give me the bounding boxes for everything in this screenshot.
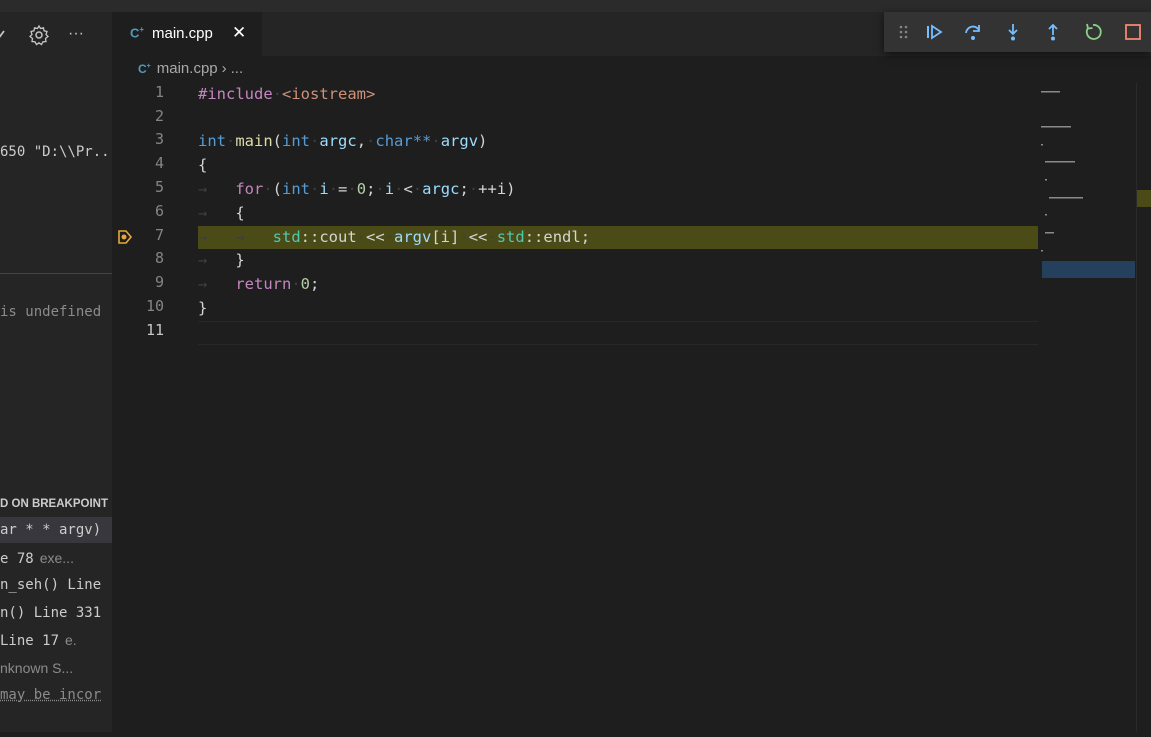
continue-icon[interactable] [924, 22, 944, 42]
frame-module: e. [65, 632, 77, 648]
breadcrumb-file[interactable]: main.cpp [157, 60, 218, 77]
code-line: → return·0; [198, 275, 320, 293]
callstack-frame[interactable]: nknown S... [0, 655, 112, 681]
line-number: 4 [154, 154, 164, 172]
watch-value: is undefined [0, 304, 102, 320]
line-number: 2 [154, 107, 164, 125]
code-line: #include·<iostream> [198, 85, 376, 103]
step-over-icon[interactable] [963, 22, 983, 42]
callstack-frame[interactable]: e 78 exe... [0, 545, 112, 571]
drag-handle-icon[interactable] [894, 22, 914, 42]
frame-name: ar * * argv) [0, 522, 102, 538]
line-number: 5 [154, 178, 164, 196]
cursor-line-outline [198, 321, 1038, 345]
code-line: { [198, 156, 208, 174]
callstack-status: D ON BREAKPOINT [0, 498, 108, 510]
code-line: int·main(int·argc,·char**·argv) [198, 132, 488, 150]
code-line: → { [198, 204, 245, 222]
line-number: 1 [154, 83, 164, 101]
frame-name: nknown S... [0, 660, 74, 676]
line-number: 3 [154, 130, 164, 148]
callstack-frame[interactable]: may be incor [0, 682, 112, 708]
code-line: → for·(int·i·=·0;·i·<·argc;·++i) [198, 180, 516, 198]
breadcrumb: C+ main.cpp ›... [138, 60, 243, 80]
frame-name: Line 17 [0, 633, 60, 649]
minimap[interactable] [1038, 83, 1138, 732]
stop-icon[interactable] [1123, 22, 1143, 42]
restart-icon[interactable] [1083, 22, 1103, 42]
code-line: → } [198, 251, 245, 269]
frame-module: exe... [39, 550, 74, 566]
line-number: 10 [145, 297, 164, 315]
callstack-frame[interactable]: n_seh() Line [0, 572, 112, 598]
cpp-file-icon: C+ [138, 62, 151, 76]
scrollbar-highlight-marker [1137, 190, 1151, 207]
breadcrumb-symbols[interactable]: ... [231, 60, 244, 77]
code-line: } [198, 299, 208, 317]
debug-sidebar: ··· 650 "D:\\Pr... is undefined D ON BRE… [0, 12, 112, 732]
tab-main-cpp[interactable]: C+ main.cpp ✕ [112, 12, 262, 56]
line-number: 9 [154, 273, 164, 291]
gear-icon[interactable] [28, 24, 50, 46]
breakpoint-current-icon[interactable] [117, 229, 133, 245]
frame-name: n() Line 331 [0, 605, 102, 621]
section-divider [0, 273, 112, 274]
callstack-frame[interactable]: Line 17 e. [0, 627, 112, 653]
frame-name: n_seh() Line [0, 577, 102, 593]
callstack-frame[interactable]: ar * * argv) [0, 517, 112, 543]
check-icon[interactable] [0, 24, 14, 46]
line-number: 6 [154, 202, 164, 220]
line-number: 8 [154, 249, 164, 267]
close-icon[interactable]: ✕ [232, 23, 246, 43]
cpp-file-icon: C+ [130, 25, 145, 41]
code-line-current: → → std::cout·<<·argv[i]·<<·std::endl; [198, 228, 591, 246]
code-editor[interactable]: 1 2 3 4 5 6 7 8 9 10 11 #include·<iostre… [112, 83, 1038, 732]
launch-config-text: 650 "D:\\Pr... [0, 144, 112, 160]
callstack-frame[interactable]: n() Line 331 [0, 600, 112, 626]
frame-name: e 78 [0, 551, 34, 567]
debug-toolbar [884, 12, 1151, 52]
line-number: 11 [145, 321, 164, 339]
frame-name: may be incor [0, 687, 102, 703]
vertical-scrollbar[interactable] [1136, 83, 1151, 732]
more-actions-icon[interactable]: ··· [68, 24, 90, 46]
chevron-right-icon: › [221, 60, 227, 77]
title-bar [0, 0, 1151, 12]
step-into-icon[interactable] [1003, 22, 1023, 42]
tab-label: main.cpp [152, 25, 213, 42]
step-out-icon[interactable] [1043, 22, 1063, 42]
